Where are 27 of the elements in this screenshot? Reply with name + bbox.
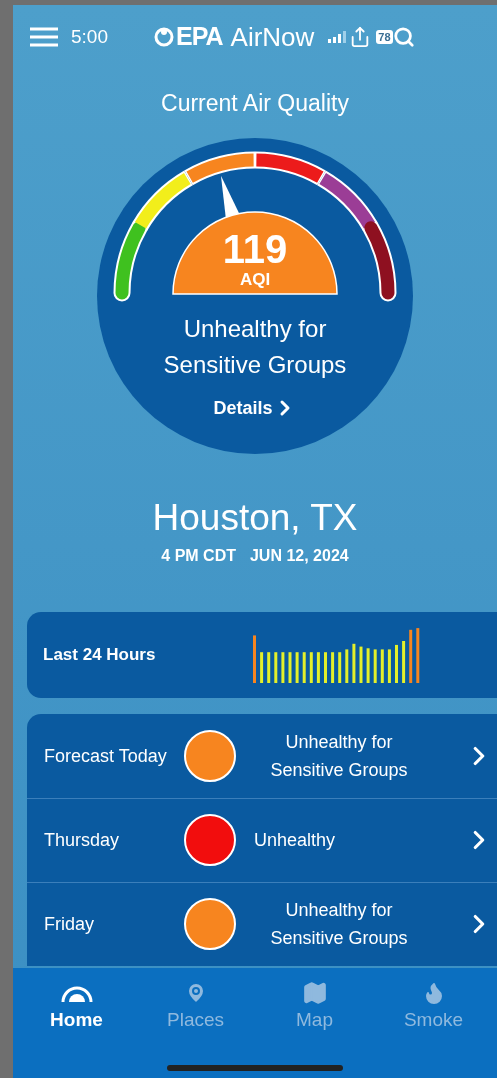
app-title: AirNow [230, 20, 315, 54]
menu-icon[interactable] [29, 26, 59, 48]
forecast-day: Forecast Today [44, 741, 184, 770]
forecast-day: Thursday [44, 826, 184, 854]
forecast-category: Unhealthy [254, 829, 337, 852]
report-time: 4 PM CDT [161, 545, 236, 566]
map-icon [301, 980, 328, 1006]
aqi-category: Unhealthy for Sensitive Groups [162, 313, 348, 380]
forecast-day: Friday [44, 910, 184, 938]
battery-indicator: 78 [376, 30, 393, 44]
forecast-row[interactable]: Forecast Today Unhealthy for Sensitive Groups [27, 713, 497, 798]
signal-icon [328, 31, 347, 43]
history-card[interactable]: Last 24 Hours [27, 611, 497, 698]
section-title: Current Air Quality [160, 89, 350, 118]
aqi-value: 119 [222, 227, 288, 270]
aqi-unit: AQI [239, 269, 271, 290]
clock-time: 5:00 [71, 24, 108, 49]
nav-tab[interactable]: Home [26, 980, 127, 1035]
report-date: JUN 12, 2024 [249, 545, 349, 566]
brand-name: EPA [176, 21, 223, 53]
city-name: Houston, TX [151, 495, 359, 540]
search-icon[interactable] [392, 26, 415, 48]
forecast-category: Unhealthy for Sensitive Groups [269, 730, 409, 782]
forecast-row[interactable]: Friday Unhealthy for Sensitive Groups [27, 881, 497, 966]
forecast-category: Unhealthy for Sensitive Groups [269, 899, 409, 950]
forecast-row[interactable]: Thursday Unhealthy [27, 797, 497, 882]
details-link[interactable]: Details [213, 394, 297, 422]
